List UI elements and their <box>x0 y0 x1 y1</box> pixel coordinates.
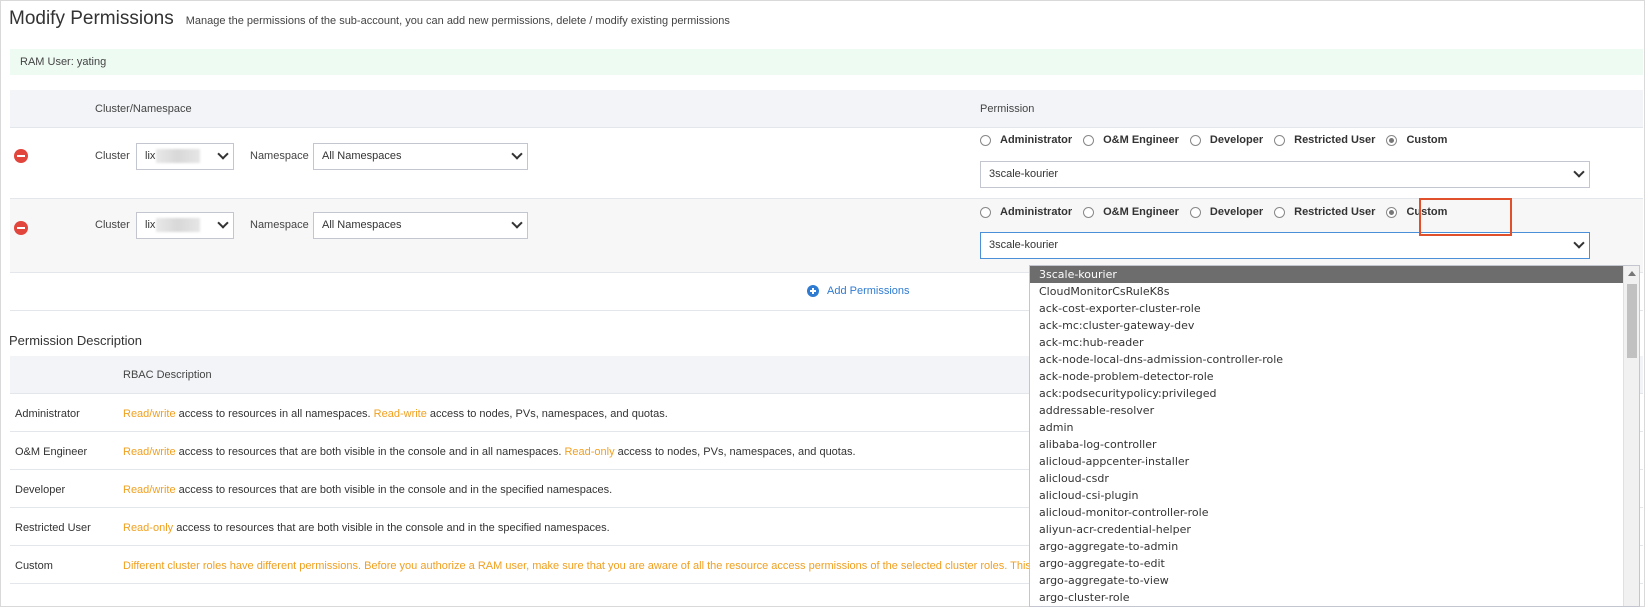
dropdown-option[interactable]: alibaba-log-controller <box>1030 436 1639 453</box>
plus-circle-icon <box>807 285 819 297</box>
role-radio-group: Administrator O&M Engineer Developer Res… <box>980 206 1458 218</box>
radio-button[interactable] <box>1274 134 1286 146</box>
radio-button[interactable] <box>1274 206 1286 218</box>
dropdown-option[interactable]: ack-node-problem-detector-role <box>1030 368 1639 385</box>
chevron-down-icon <box>511 148 523 160</box>
dropdown-option-selected[interactable]: 3scale-kourier <box>1030 266 1624 283</box>
radio-button[interactable] <box>1189 206 1201 218</box>
role-name: Custom <box>15 560 53 572</box>
role-name: Restricted User <box>15 522 91 534</box>
dropdown-option[interactable]: CloudMonitorCsRuleK8s <box>1030 283 1639 300</box>
radio-developer[interactable]: Developer <box>1189 134 1263 146</box>
radio-button[interactable] <box>1189 134 1201 146</box>
dropdown-option[interactable]: argo-aggregate-to-edit <box>1030 555 1639 572</box>
dropdown-option[interactable]: ack-mc:hub-reader <box>1030 334 1639 351</box>
radio-button[interactable] <box>1083 134 1095 146</box>
dropdown-option[interactable]: argo-aggregate-to-admin <box>1030 538 1639 555</box>
custom-role-value: 3scale-kourier <box>989 239 1059 251</box>
column-cluster-namespace: Cluster/Namespace <box>95 103 192 115</box>
dropdown-option[interactable]: ack:podsecuritypolicy:privileged <box>1030 385 1639 402</box>
cluster-select[interactable]: lix <box>136 212 234 239</box>
remove-icon[interactable] <box>14 221 28 235</box>
dropdown-scrollbar[interactable] <box>1623 266 1639 606</box>
permission-row: Cluster lix Namespace All Namespaces Adm… <box>10 199 1643 273</box>
radio-restricted-user[interactable]: Restricted User <box>1274 134 1375 146</box>
radio-custom[interactable]: Custom <box>1386 134 1447 146</box>
role-description: Different cluster roles have different p… <box>123 560 1062 572</box>
redacted-blur <box>156 218 201 233</box>
column-rbac-description: RBAC Description <box>123 369 212 381</box>
add-permissions-link[interactable]: Add Permissions <box>807 285 910 297</box>
page-title: Modify Permissions <box>9 8 174 29</box>
chevron-down-icon <box>1573 166 1585 178</box>
scroll-up-arrow-icon[interactable] <box>1628 271 1636 276</box>
permission-row: Cluster lix Namespace All Namespaces Adm… <box>10 128 1643 199</box>
radio-administrator[interactable]: Administrator <box>980 206 1072 218</box>
dropdown-option[interactable]: argo-cluster-role <box>1030 589 1639 606</box>
ram-user-banner: RAM User: yating <box>10 49 1643 75</box>
column-permission: Permission <box>980 103 1035 115</box>
permissions-table-header: Cluster/Namespace Permission <box>10 90 1643 128</box>
role-description: Read/write access to resources in all na… <box>123 408 668 420</box>
dropdown-option[interactable]: ack-mc:cluster-gateway-dev <box>1030 317 1639 334</box>
dropdown-option[interactable]: aliyun-acr-credential-helper <box>1030 521 1639 538</box>
permission-description-title: Permission Description <box>9 333 142 348</box>
dropdown-option[interactable]: argo-aggregate-to-view <box>1030 572 1639 589</box>
dropdown-option[interactable]: ack-cost-exporter-cluster-role <box>1030 300 1639 317</box>
page-header: Modify Permissions Manage the permission… <box>9 8 730 30</box>
dropdown-option[interactable]: ack-node-local-dns-admission-controller-… <box>1030 351 1639 368</box>
custom-role-dropdown-list[interactable]: 3scale-kourier CloudMonitorCsRuleK8s ack… <box>1029 265 1640 607</box>
annotation-highlight-box <box>1419 198 1512 236</box>
chevron-down-icon <box>511 217 523 229</box>
cluster-value: lix <box>145 219 156 231</box>
custom-role-select[interactable]: 3scale-kourier <box>980 232 1590 259</box>
namespace-value: All Namespaces <box>322 219 402 231</box>
redacted-blur <box>156 149 201 164</box>
dropdown-option[interactable]: alicloud-monitor-controller-role <box>1030 504 1639 521</box>
page-subtitle: Manage the permissions of the sub-accoun… <box>185 15 730 27</box>
chevron-down-icon <box>1573 237 1585 249</box>
cluster-value: lix <box>145 150 156 162</box>
dropdown-option[interactable]: alicloud-csdr <box>1030 470 1639 487</box>
radio-button[interactable] <box>1083 206 1095 218</box>
cluster-label: Cluster <box>95 219 130 231</box>
dropdown-option[interactable]: admin <box>1030 419 1639 436</box>
namespace-label: Namespace <box>250 219 309 231</box>
namespace-label: Namespace <box>250 150 309 162</box>
role-name: Administrator <box>15 408 80 420</box>
namespace-select[interactable]: All Namespaces <box>313 212 528 239</box>
custom-role-value: 3scale-kourier <box>989 168 1059 180</box>
radio-om-engineer[interactable]: O&M Engineer <box>1083 134 1179 146</box>
role-description: Read/write access to resources that are … <box>123 484 613 496</box>
cluster-select[interactable]: lix <box>136 143 234 170</box>
radio-restricted-user[interactable]: Restricted User <box>1274 206 1375 218</box>
scrollbar-thumb[interactable] <box>1627 284 1637 358</box>
dropdown-option[interactable]: alicloud-csi-plugin <box>1030 487 1639 504</box>
dropdown-option[interactable]: addressable-resolver <box>1030 402 1639 419</box>
dropdown-option[interactable]: alicloud-appcenter-installer <box>1030 453 1639 470</box>
radio-button[interactable] <box>980 206 991 218</box>
role-name: O&M Engineer <box>15 446 88 458</box>
custom-role-select[interactable]: 3scale-kourier <box>980 161 1590 188</box>
radio-developer[interactable]: Developer <box>1189 206 1263 218</box>
radio-om-engineer[interactable]: O&M Engineer <box>1083 206 1179 218</box>
radio-administrator[interactable]: Administrator <box>980 134 1072 146</box>
chevron-down-icon <box>217 148 229 160</box>
role-name: Developer <box>15 484 66 496</box>
namespace-select[interactable]: All Namespaces <box>313 143 528 170</box>
radio-button[interactable] <box>980 134 991 146</box>
role-description: Read-only access to resources that are b… <box>123 522 610 534</box>
cluster-label: Cluster <box>95 150 130 162</box>
role-description: Read/write access to resources that are … <box>123 446 856 458</box>
radio-button-checked[interactable] <box>1386 206 1398 218</box>
remove-icon[interactable] <box>14 149 28 163</box>
chevron-down-icon <box>217 217 229 229</box>
add-permissions-label: Add Permissions <box>827 285 910 297</box>
role-radio-group: Administrator O&M Engineer Developer Res… <box>980 134 1458 146</box>
radio-button-checked[interactable] <box>1386 134 1398 146</box>
namespace-value: All Namespaces <box>322 150 402 162</box>
